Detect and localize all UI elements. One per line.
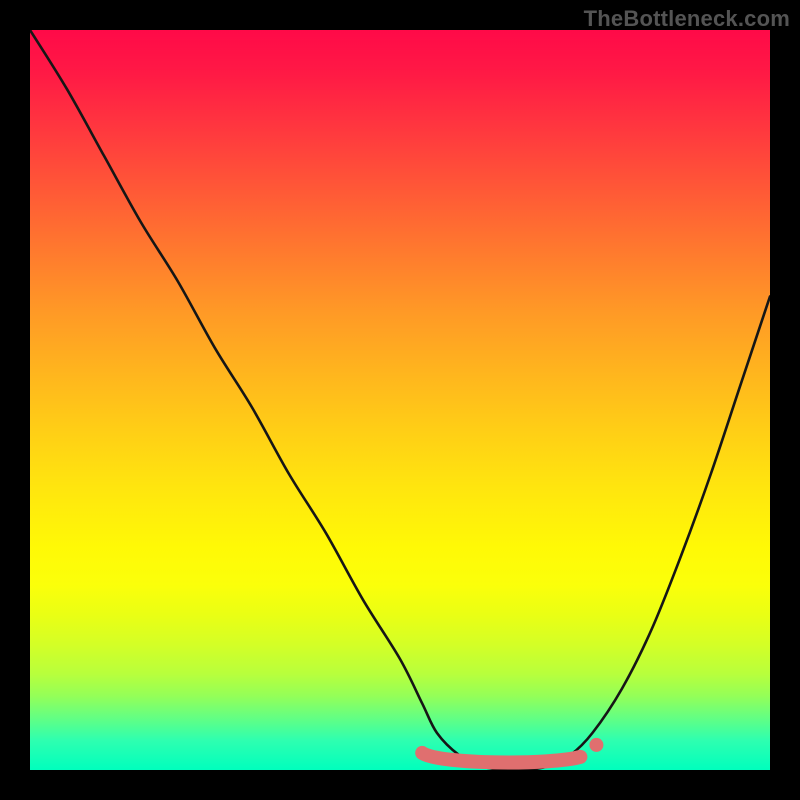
frame: TheBottleneck.com [0, 0, 800, 800]
plot-area [30, 30, 770, 770]
watermark: TheBottleneck.com [584, 6, 790, 32]
bottleneck-curve [30, 30, 770, 770]
bottom-marker-dot [589, 738, 603, 752]
curve-svg [30, 30, 770, 770]
bottom-marker [422, 753, 580, 763]
